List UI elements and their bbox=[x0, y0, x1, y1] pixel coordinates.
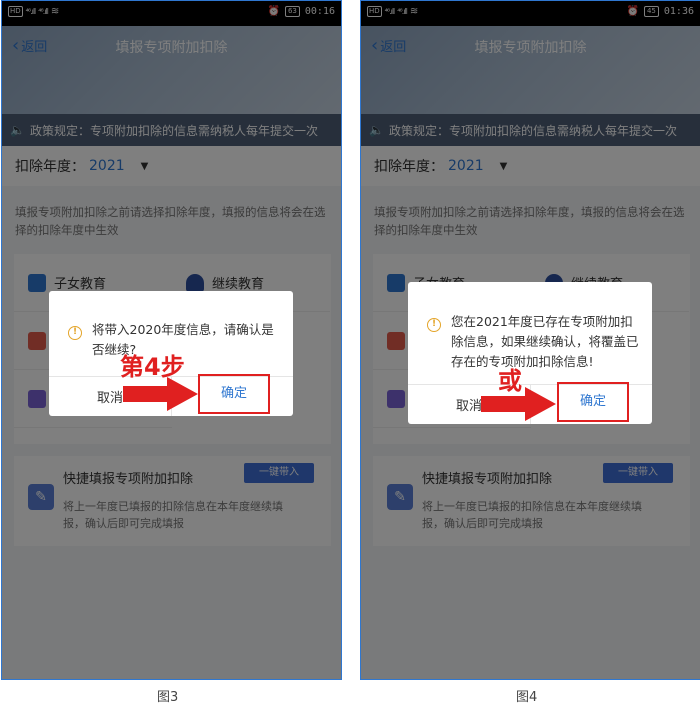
figure-caption-right: 图4 bbox=[516, 690, 538, 705]
warning-icon: ! bbox=[68, 326, 82, 340]
warning-icon: ! bbox=[427, 318, 441, 332]
dialog-message: 您在2021年度已存在专项附加扣除信息，如果继续确认，将覆盖已存在的专项附加扣除… bbox=[451, 314, 639, 369]
arrow-right-icon bbox=[481, 387, 556, 421]
arrow-right-icon bbox=[123, 377, 198, 411]
figure-caption-left: 图3 bbox=[157, 690, 179, 705]
phone-screen-right: HD ⁴⁶.ıll ⁴⁶.ıll ≋ ⏰ 45 01:36 ‹ 返回 填报专项附… bbox=[360, 0, 700, 680]
confirm-button[interactable]: 确定 bbox=[198, 374, 270, 414]
phone-screen-left: HD ⁴⁶.ıll ⁴⁶.ıll ≋ ⏰ 63 00:16 ‹ 返回 填报专项附… bbox=[1, 0, 342, 680]
confirm-button[interactable]: 确定 bbox=[557, 382, 629, 422]
